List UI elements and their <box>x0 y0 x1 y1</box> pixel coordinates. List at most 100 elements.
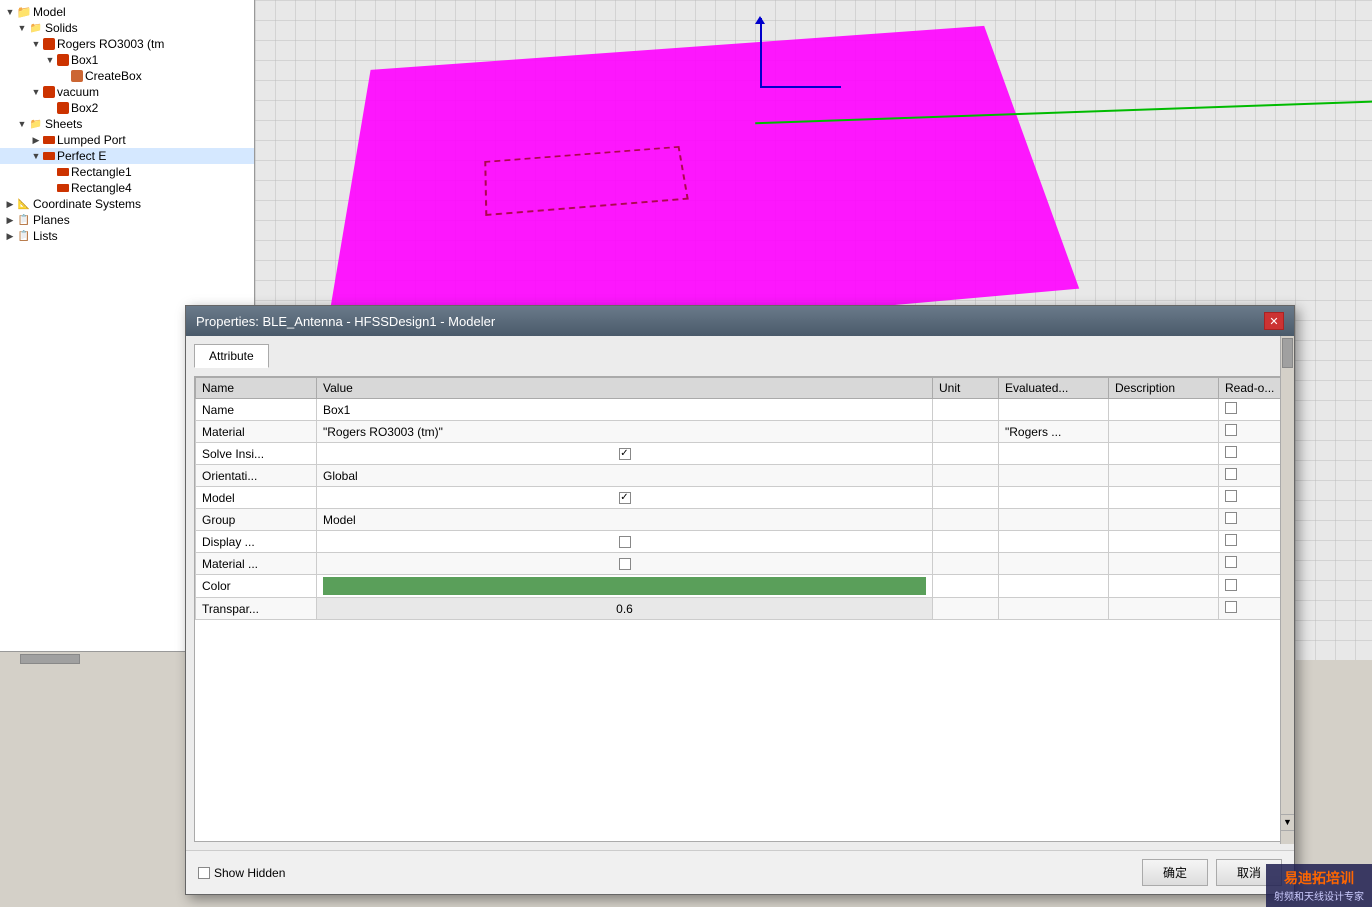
expand-createbox[interactable] <box>58 70 70 82</box>
lumped-port-label: Lumped Port <box>57 133 126 147</box>
expand-perfect-e[interactable]: ▼ <box>30 150 42 162</box>
row-solveinsi-field: Solve Insi... <box>196 443 317 465</box>
tree-item-model[interactable]: ▼ 📁 Model <box>0 4 254 20</box>
expand-rect1[interactable] <box>44 166 56 178</box>
tree-item-createbox[interactable]: CreateBox <box>0 68 254 84</box>
dialog-scroll-thumb[interactable] <box>1282 338 1293 368</box>
show-hidden-area: Show Hidden <box>198 866 285 880</box>
dialog-close-button[interactable]: ✕ <box>1264 312 1284 330</box>
readonly-checkbox[interactable] <box>1225 468 1237 480</box>
scrollbar-thumb[interactable] <box>20 654 80 664</box>
expand-rogers[interactable]: ▼ <box>30 38 42 50</box>
row-orient-evaluated <box>999 465 1109 487</box>
planes-label: Planes <box>33 213 70 227</box>
row-display-value[interactable] <box>317 531 933 553</box>
expand-coord[interactable]: ▶ <box>4 198 16 210</box>
tree-item-planes[interactable]: ▶ 📋 Planes <box>0 212 254 228</box>
color-swatch[interactable] <box>323 577 926 595</box>
dialog-body: Attribute Name Value Unit Evaluated... D… <box>186 336 1294 850</box>
readonly-checkbox[interactable] <box>1225 490 1237 502</box>
sheets-icon: 📁 <box>29 117 43 131</box>
expand-solids[interactable]: ▼ <box>16 22 28 34</box>
row-group-field: Group <box>196 509 317 531</box>
row-name-evaluated <box>999 399 1109 421</box>
row-color-value[interactable] <box>317 575 933 598</box>
lists-icon: 📋 <box>17 229 31 243</box>
tree-item-rectangle1[interactable]: Rectangle1 <box>0 164 254 180</box>
row-model-value[interactable] <box>317 487 933 509</box>
box1-label: Box1 <box>71 53 98 67</box>
coord-label: Coordinate Systems <box>33 197 141 211</box>
tree-item-box2[interactable]: Box2 <box>0 100 254 116</box>
row-transp-readonly <box>1219 598 1285 620</box>
createbox-icon <box>71 70 83 82</box>
dialog-title: Properties: BLE_Antenna - HFSSDesign1 - … <box>196 314 495 329</box>
tree-item-perfect-e[interactable]: ▼ Perfect E <box>0 148 254 164</box>
row-group-readonly <box>1219 509 1285 531</box>
readonly-checkbox[interactable] <box>1225 579 1237 591</box>
watermark: 易迪拓培训 射频和天线设计专家 <box>1266 864 1372 907</box>
tree-item-vacuum[interactable]: ▼ vacuum <box>0 84 254 100</box>
row-name-value[interactable]: Box1 <box>317 399 933 421</box>
row-transp-value[interactable]: 0.6 <box>317 598 933 620</box>
tree-item-rectangle4[interactable]: Rectangle4 <box>0 180 254 196</box>
row-materialc-value[interactable] <box>317 553 933 575</box>
row-solveinsi-value[interactable] <box>317 443 933 465</box>
expand-lumped-port[interactable]: ▶ <box>30 134 42 146</box>
planes-icon: 📋 <box>17 213 31 227</box>
row-transp-field: Transpar... <box>196 598 317 620</box>
rectangle4-label: Rectangle4 <box>71 181 132 195</box>
expand-lists[interactable]: ▶ <box>4 230 16 242</box>
model-label: Model <box>33 5 66 19</box>
row-display-evaluated <box>999 531 1109 553</box>
display-checkbox[interactable] <box>619 536 631 548</box>
vacuum-icon <box>43 86 55 98</box>
expand-model[interactable]: ▼ <box>4 6 16 18</box>
expand-vacuum[interactable]: ▼ <box>30 86 42 98</box>
tree-item-sheets[interactable]: ▼ 📁 Sheets <box>0 116 254 132</box>
tree-item-box1[interactable]: ▼ Box1 <box>0 52 254 68</box>
expand-sheets[interactable]: ▼ <box>16 118 28 130</box>
expand-box1[interactable]: ▼ <box>44 54 56 66</box>
solveinside-checkbox[interactable] <box>619 448 631 460</box>
expand-rect4[interactable] <box>44 182 56 194</box>
tree-item-coord[interactable]: ▶ 📐 Coordinate Systems <box>0 196 254 212</box>
row-material-field: Material <box>196 421 317 443</box>
tree-item-solids[interactable]: ▼ 📁 Solids <box>0 20 254 36</box>
expand-box2[interactable] <box>44 102 56 114</box>
model-icon: 📁 <box>17 5 31 19</box>
expand-planes[interactable]: ▶ <box>4 214 16 226</box>
readonly-checkbox[interactable] <box>1225 512 1237 524</box>
readonly-checkbox[interactable] <box>1225 402 1237 414</box>
tree-item-rogers[interactable]: ▼ Rogers RO3003 (tm <box>0 36 254 52</box>
readonly-checkbox[interactable] <box>1225 424 1237 436</box>
row-materialc-unit <box>933 553 999 575</box>
dialog-scrollbar[interactable]: ▼ <box>1280 336 1294 844</box>
show-hidden-checkbox[interactable] <box>198 867 210 879</box>
box2-icon <box>57 102 69 114</box>
row-group-description <box>1109 509 1219 531</box>
row-display-unit <box>933 531 999 553</box>
scroll-down-btn[interactable]: ▼ <box>1281 814 1294 828</box>
table-row: Material ... <box>196 553 1285 575</box>
blue-axis-arrow <box>760 18 762 88</box>
col-description-header: Description <box>1109 378 1219 399</box>
show-hidden-label: Show Hidden <box>214 866 285 880</box>
row-orient-description <box>1109 465 1219 487</box>
row-orient-value[interactable]: Global <box>317 465 933 487</box>
row-group-value[interactable]: Model <box>317 509 933 531</box>
readonly-checkbox[interactable] <box>1225 556 1237 568</box>
tree-item-lists[interactable]: ▶ 📋 Lists <box>0 228 254 244</box>
materialc-checkbox[interactable] <box>619 558 631 570</box>
tab-attribute[interactable]: Attribute <box>194 344 269 368</box>
vacuum-label: vacuum <box>57 85 99 99</box>
readonly-checkbox[interactable] <box>1225 534 1237 546</box>
readonly-checkbox[interactable] <box>1225 601 1237 613</box>
model-checkbox[interactable] <box>619 492 631 504</box>
row-model-field: Model <box>196 487 317 509</box>
tree-item-lumped-port[interactable]: ▶ Lumped Port <box>0 132 254 148</box>
readonly-checkbox[interactable] <box>1225 446 1237 458</box>
row-material-value[interactable]: "Rogers RO3003 (tm)" <box>317 421 933 443</box>
row-solveinsi-unit <box>933 443 999 465</box>
ok-button[interactable]: 确定 <box>1142 859 1208 886</box>
